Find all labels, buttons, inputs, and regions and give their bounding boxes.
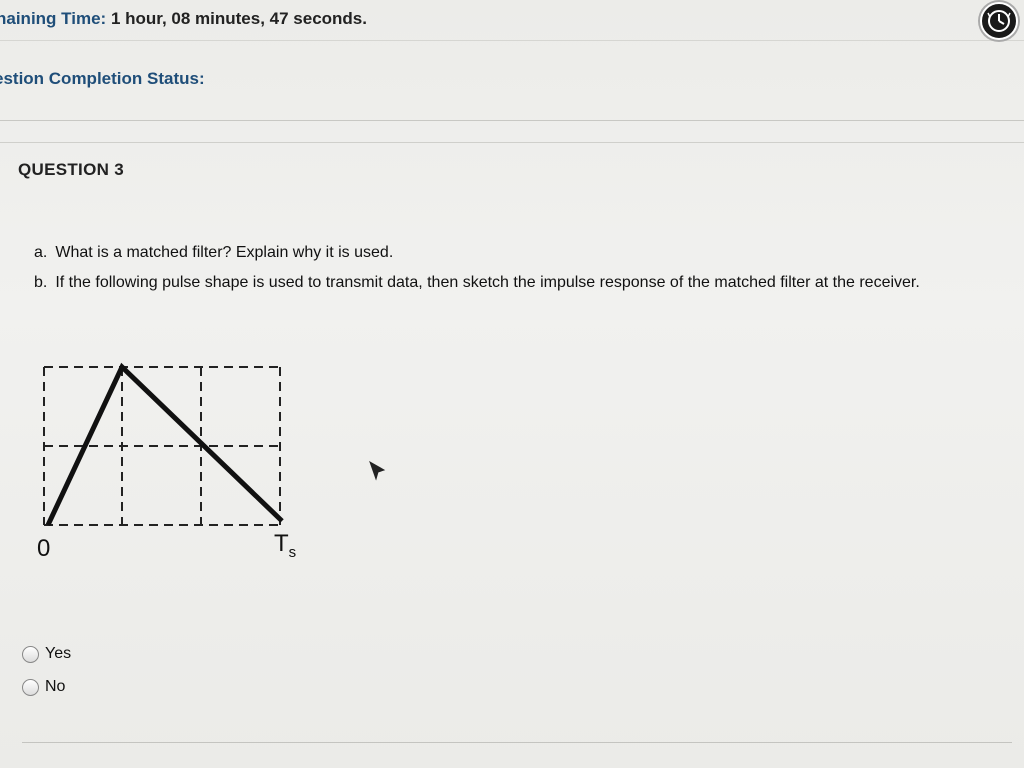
exam-page: naining Time: 1 hour, 08 minutes, 47 sec… <box>0 0 1024 768</box>
option-no-label: No <box>45 678 66 695</box>
timer-bar: naining Time: 1 hour, 08 minutes, 47 sec… <box>0 0 1024 41</box>
divider <box>0 142 1024 143</box>
question-item-a: a. What is a matched filter? Explain why … <box>34 244 920 262</box>
question-title: QUESTION 3 <box>18 160 124 179</box>
symbol-period-subscript: s <box>288 544 297 561</box>
question-prompt-list: a. What is a matched filter? Explain why … <box>34 244 920 304</box>
question-item-text: What is a matched filter? Explain why it… <box>55 244 394 261</box>
time-origin-label: 0 <box>37 535 51 562</box>
timer-clock-icon[interactable] <box>980 2 1018 40</box>
symbol-period-label: Ts <box>274 530 296 561</box>
answer-options: Yes No <box>22 644 71 710</box>
question-completion-status: estion Completion Status: <box>0 60 1024 121</box>
completion-status-label: estion Completion Status: <box>0 69 205 88</box>
remaining-time: naining Time: 1 hour, 08 minutes, 47 sec… <box>0 9 367 29</box>
question-item-b: b. If the following pulse shape is used t… <box>34 274 920 292</box>
question-item-letter: b. <box>34 274 48 291</box>
pulse-shape-figure <box>43 362 284 527</box>
bottom-divider <box>22 742 1012 743</box>
option-yes-label: Yes <box>45 645 72 662</box>
radio-no[interactable] <box>22 678 39 696</box>
radio-yes[interactable] <box>22 645 39 663</box>
figure-grid <box>43 366 282 526</box>
option-yes[interactable]: Yes <box>22 644 71 664</box>
option-no[interactable]: No <box>22 677 71 697</box>
symbol-period-letter: T <box>274 530 289 557</box>
remaining-time-value: 1 hour, 08 minutes, 47 seconds. <box>110 9 367 28</box>
question-item-letter: a. <box>34 244 48 261</box>
question-item-text: If the following pulse shape is used to … <box>55 274 920 291</box>
remaining-time-label: naining Time: <box>0 9 107 28</box>
mouse-pointer-icon <box>369 460 386 481</box>
